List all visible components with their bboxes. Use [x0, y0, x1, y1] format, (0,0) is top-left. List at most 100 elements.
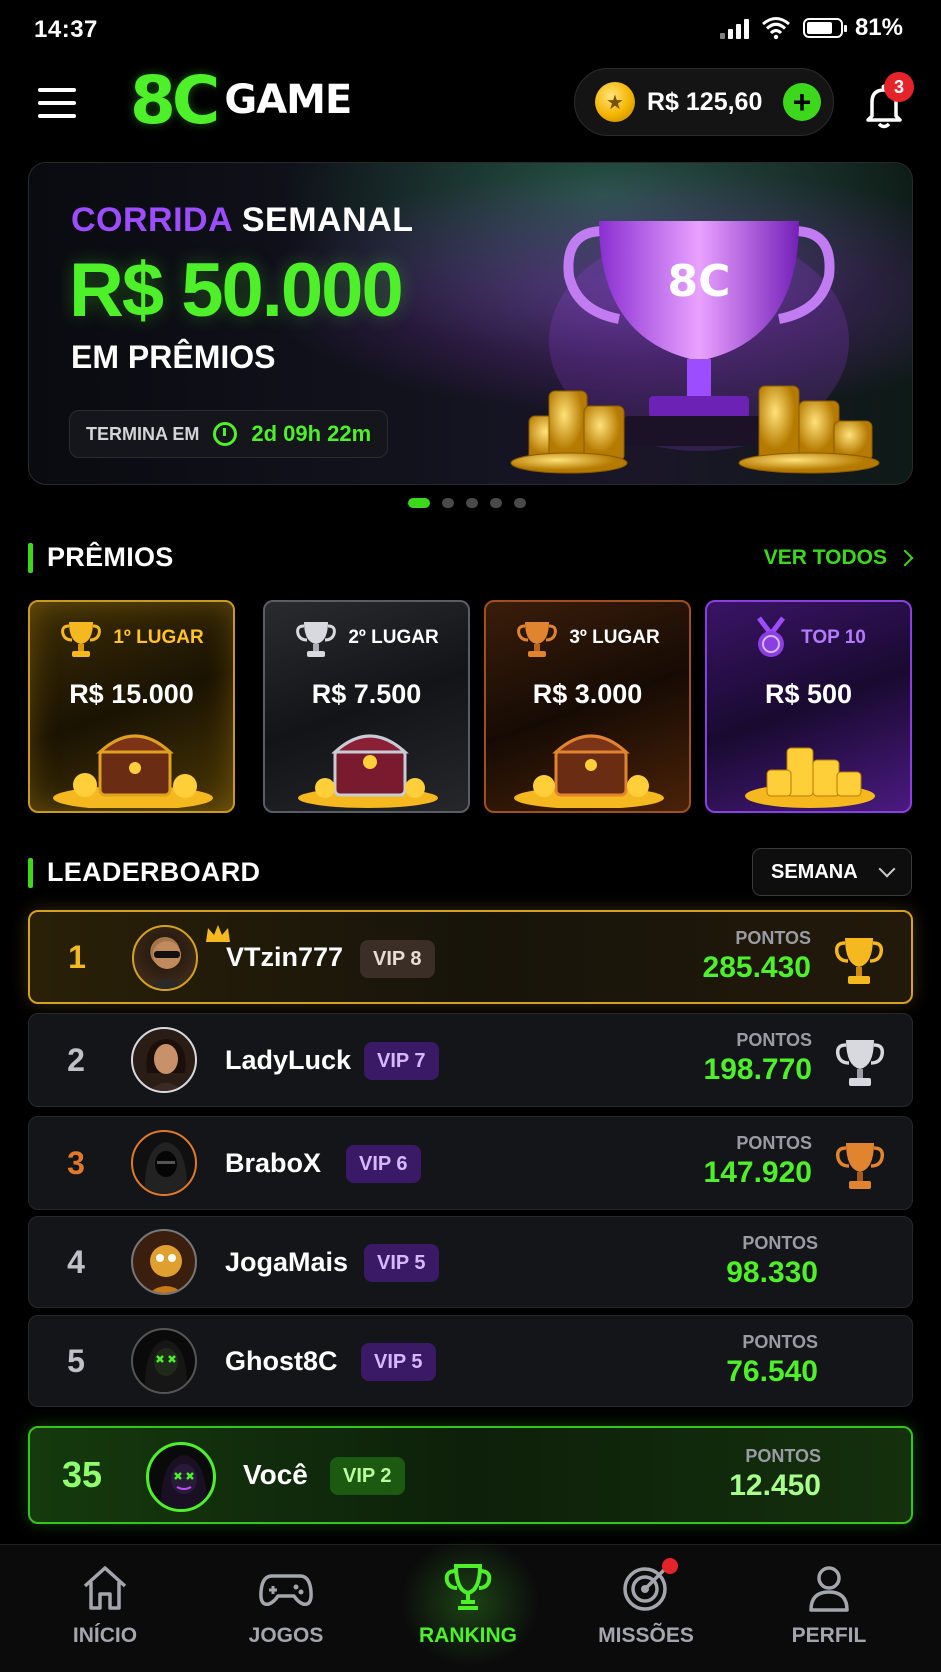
tab-missions[interactable]: MISSÕES: [576, 1562, 716, 1648]
countdown-label: TERMINA EM: [86, 423, 200, 444]
notification-badge: 3: [884, 72, 914, 102]
tab-label: PERFIL: [791, 1624, 867, 1647]
prize-place: TOP 10: [801, 627, 866, 648]
player-name: BraboX: [225, 1147, 322, 1178]
tab-profile[interactable]: PERFIL: [759, 1562, 899, 1648]
my-rank-row[interactable]: 35 Você VIP 2 PONTOS 12.450: [28, 1426, 913, 1524]
player-name: JogaMais: [225, 1246, 349, 1277]
balance-pill[interactable]: ★ R$ 125,60 +: [574, 68, 834, 136]
points-block: PONTOS 76.540: [726, 1332, 818, 1389]
rank-number: 5: [67, 1342, 85, 1379]
points-label: PONTOS: [735, 928, 811, 948]
bronze-trophy-icon: [835, 1143, 885, 1189]
status-bar: 14:37 81%: [0, 0, 941, 60]
bronze-cup-icon: [517, 622, 558, 657]
banner-amount: R$ 50.000: [69, 248, 404, 333]
coin-icon: ★: [595, 82, 635, 122]
prize-card-top10[interactable]: TOP 10 R$ 500: [705, 600, 912, 813]
tab-games[interactable]: JOGOS: [216, 1562, 356, 1648]
countdown-value: 2d 09h 22m: [251, 421, 372, 446]
promo-banner[interactable]: CORRIDA SEMANAL R$ 50.000 EM PRÊMIOS TER…: [28, 162, 913, 485]
player-name: VTzin777: [226, 941, 344, 972]
banner-subtitle: EM PRÊMIOS: [71, 339, 276, 375]
vip-badge: VIP 7: [364, 1042, 439, 1080]
points-value: 76.540: [726, 1355, 818, 1388]
points-value: 198.770: [703, 1053, 812, 1086]
avatar: [131, 1328, 197, 1394]
leaderboard-row[interactable]: 2 LadyLuck VIP 7 PONTOS 198.770: [28, 1013, 913, 1107]
my-rank-number: 35: [61, 1454, 103, 1495]
tab-label: INÍCIO: [72, 1624, 138, 1647]
silver-cup-icon: [296, 622, 337, 657]
vip-badge: VIP 5: [361, 1343, 436, 1381]
banner-title: CORRIDA SEMANAL: [71, 201, 413, 240]
gold-trophy-icon: [834, 938, 884, 984]
my-name: Você: [243, 1459, 308, 1490]
points-label: PONTOS: [736, 1133, 812, 1153]
vip-badge: VIP 5: [364, 1244, 439, 1282]
trophy-mark: 8C: [668, 256, 731, 307]
prize-value: R$ 7.500: [311, 679, 422, 709]
prize-card-3rd[interactable]: 3º LUGAR R$ 3.000: [484, 600, 691, 813]
tab-label: JOGOS: [248, 1624, 324, 1647]
period-value: SEMANA: [771, 860, 858, 883]
points-label: PONTOS: [742, 1233, 818, 1253]
medal-icon: [757, 616, 786, 657]
tab-label: RANKING: [419, 1624, 517, 1647]
leaderboard-header: LEADERBOARD: [28, 857, 260, 888]
leaderboard-row[interactable]: 4 JogaMais VIP 5 PONTOS 98.330: [28, 1216, 913, 1308]
points-block: PONTOS 198.770: [704, 1030, 812, 1087]
my-points-value: 12.450: [729, 1469, 821, 1502]
trophy-icon: [444, 1564, 492, 1610]
tab-home[interactable]: INÍCIO: [35, 1562, 175, 1648]
menu-button[interactable]: [38, 88, 76, 118]
app-logo[interactable]: 8C GAME: [130, 62, 352, 139]
my-points-block: PONTOS 12.450: [729, 1446, 821, 1503]
battery-percent: 81%: [854, 14, 903, 41]
gamepad-icon: [259, 1574, 313, 1606]
points-value: 285.430: [702, 951, 811, 984]
status-time: 14:37: [34, 16, 98, 43]
points-block: PONTOS 98.330: [726, 1233, 818, 1290]
my-avatar: [146, 1442, 216, 1512]
tab-label: MISSÕES: [598, 1624, 694, 1647]
leaderboard-row[interactable]: 5 Ghost8C VIP 5 PONTOS 76.540: [28, 1315, 913, 1407]
prize-card-2nd[interactable]: 2º LUGAR R$ 7.500: [263, 600, 470, 813]
prize-card-1st[interactable]: 1º LUGAR R$ 15.000: [28, 600, 235, 813]
treasure-chest-icon: [53, 734, 213, 808]
prize-value: R$ 15.000: [69, 679, 194, 709]
trophy-illustration: 8C: [510, 221, 880, 474]
user-icon: [809, 1566, 849, 1612]
my-vip-badge: VIP 2: [330, 1457, 405, 1495]
player-name: LadyLuck: [225, 1044, 352, 1075]
banner-title-part1: CORRIDA: [71, 201, 232, 239]
vip-badge: VIP 6: [346, 1145, 421, 1183]
tab-ranking[interactable]: RANKING: [398, 1562, 538, 1648]
carousel-dots[interactable]: [408, 498, 526, 508]
logo-text: GAME: [224, 77, 352, 123]
leaderboard-title: LEADERBOARD: [47, 857, 261, 887]
deposit-button[interactable]: +: [783, 83, 821, 121]
leaderboard-row[interactable]: 1 VTzin777 VIP 8 PONTOS 285.430: [28, 910, 913, 1004]
treasure-chest-icon: [514, 734, 664, 808]
prize-place: 2º LUGAR: [348, 627, 439, 648]
banner-title-part2: SEMANAL: [241, 201, 414, 239]
period-dropdown[interactable]: SEMANA: [752, 848, 912, 896]
leaderboard-row[interactable]: 3 BraboX VIP 6 PONTOS 147.920: [28, 1116, 913, 1210]
rank-number: 3: [67, 1144, 85, 1181]
missions-notification-dot: [662, 1558, 678, 1574]
status-icons: 81%: [719, 14, 903, 42]
prize-place: 1º LUGAR: [113, 627, 204, 648]
prizes-header: PRÊMIOS: [28, 542, 174, 573]
see-all-link[interactable]: VER TODOS: [764, 546, 914, 570]
prizes-title: PRÊMIOS: [47, 542, 174, 572]
treasure-chest-icon: [298, 734, 438, 808]
rank-number: 2: [67, 1041, 85, 1078]
coin-pile-icon: [745, 747, 875, 808]
battery-icon: [802, 18, 847, 38]
points-value: 98.330: [726, 1256, 818, 1289]
points-value: 147.920: [703, 1156, 812, 1189]
chevron-right-icon: [896, 549, 914, 567]
prize-value: R$ 500: [764, 679, 853, 709]
chevron-down-icon: [878, 860, 896, 878]
